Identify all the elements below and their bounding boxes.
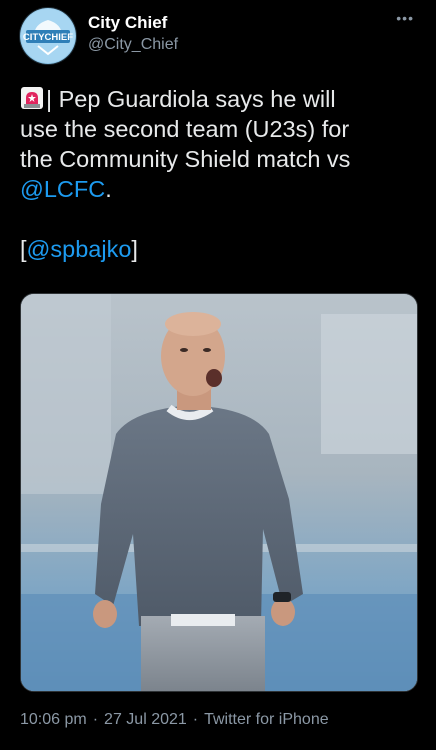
tweet-text-source: [@spbajko] — [20, 234, 420, 264]
author-handle[interactable]: @City_Chief — [88, 34, 178, 56]
tweet-client[interactable]: Twitter for iPhone — [204, 711, 329, 728]
police-car-light-icon — [21, 87, 43, 109]
tweet-text: | Pep Guardiola says he will use the sec… — [20, 84, 420, 264]
avatar[interactable]: CITYCHIEF — [20, 8, 76, 64]
tweet-text-line-2: use the second team (U23s) for — [20, 116, 350, 142]
photo-graphic — [21, 294, 417, 691]
tweet-date[interactable]: 27 Jul 2021 — [104, 711, 187, 728]
tweet-text-line-3: the Community Shield match vs — [20, 146, 351, 172]
mention-link-spbajko[interactable]: @spbajko — [27, 236, 132, 262]
tweet-header: CITYCHIEF City Chief @City_Chief ••• — [20, 8, 420, 64]
mention-suffix: . — [105, 176, 112, 202]
more-dots-icon[interactable]: ••• — [396, 10, 414, 26]
tweet-text-line-4: @LCFC. — [20, 174, 420, 204]
source-close-bracket: ] — [131, 236, 138, 262]
tweet-time[interactable]: 10:06 pm — [20, 711, 87, 728]
tweet-text-line-1-rest: | Pep Guardiola says he will — [46, 86, 336, 112]
meta-separator-2: · — [192, 711, 199, 728]
city-chief-logo-icon: CITYCHIEF — [21, 9, 75, 63]
meta-separator-1: · — [92, 711, 99, 728]
tweet-text-line-1: | Pep Guardiola says he will — [20, 84, 420, 114]
author-display-name[interactable]: City Chief — [88, 12, 178, 34]
text-spacer — [20, 204, 420, 234]
tweet-meta: 10:06 pm · 27 Jul 2021 · Twitter for iPhone — [20, 711, 329, 729]
avatar-logo-text: CITYCHIEF — [23, 32, 73, 43]
tweet: CITYCHIEF City Chief @City_Chief ••• | P… — [0, 0, 436, 750]
author-names: City Chief @City_Chief — [88, 12, 178, 56]
mention-link-lcfc[interactable]: @LCFC — [20, 176, 105, 202]
tweet-photo[interactable] — [20, 293, 418, 692]
